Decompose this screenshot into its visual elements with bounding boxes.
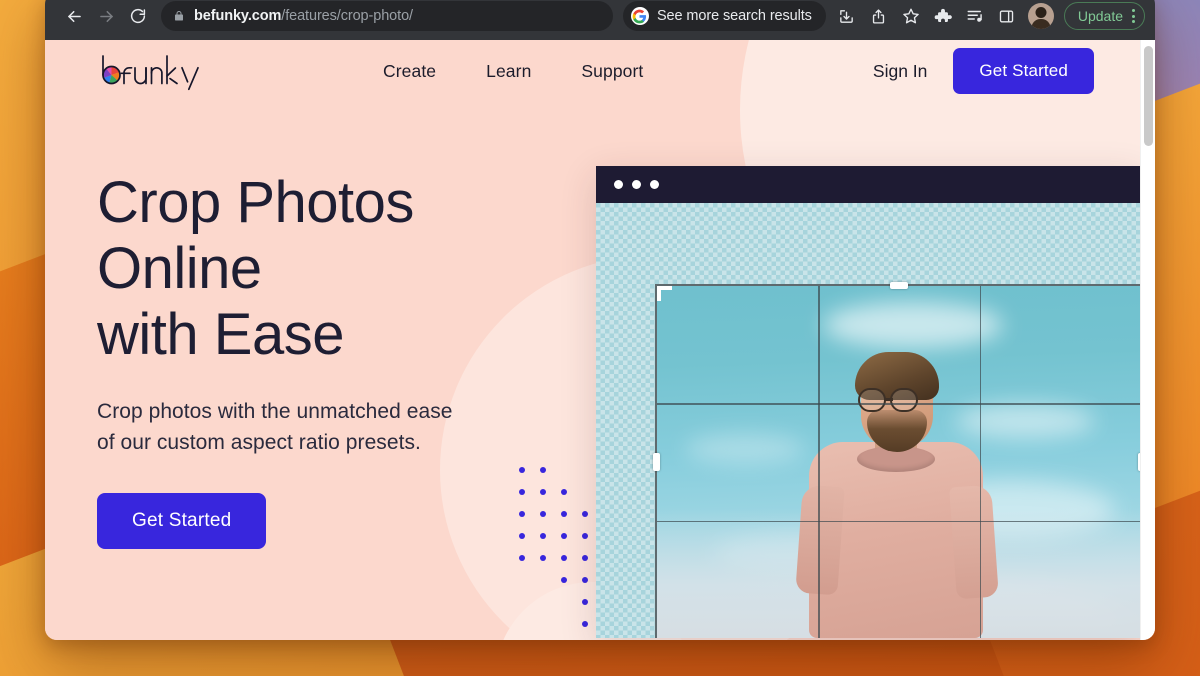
editor-canvas[interactable] [596, 203, 1140, 638]
address-bar[interactable]: befunky.com/features/crop-photo/ [161, 1, 613, 31]
crop-handle-left-center[interactable] [653, 453, 660, 471]
kebab-menu-icon[interactable] [1129, 9, 1138, 23]
reload-icon[interactable] [123, 1, 153, 31]
extensions-puzzle-icon[interactable] [928, 1, 958, 31]
main-nav: Create Learn Support [383, 61, 643, 82]
share-icon[interactable] [864, 1, 894, 31]
crop-handle-top-left[interactable] [657, 286, 672, 301]
window-dot[interactable] [650, 180, 659, 189]
editor-titlebar [596, 166, 1140, 203]
desktop-wallpaper: befunky.com/features/crop-photo/ See mor… [0, 0, 1200, 676]
site-header: Create Learn Support Sign In Get Started [45, 40, 1140, 102]
photo-editor-mockup [596, 166, 1140, 638]
page-scrollbar[interactable] [1140, 40, 1155, 640]
media-playlist-icon[interactable] [960, 1, 990, 31]
window-dot[interactable] [614, 180, 623, 189]
download-icon[interactable] [832, 1, 862, 31]
hero-subtitle: Crop photos with the unmatched ease of o… [97, 400, 453, 455]
lock-icon [173, 9, 185, 23]
nav-link-support[interactable]: Support [581, 61, 643, 82]
url-path: /features/crop-photo/ [281, 8, 413, 24]
sign-in-link[interactable]: Sign In [873, 61, 927, 82]
page-title: Crop Photos Online with Ease [97, 170, 414, 368]
crop-gridline-vertical [818, 286, 820, 638]
search-chip-label: See more search results [656, 8, 812, 24]
crop-selection-box[interactable] [653, 282, 1140, 638]
window-dot[interactable] [632, 180, 641, 189]
crop-handle-top-center[interactable] [890, 282, 908, 289]
back-arrow-icon[interactable] [59, 1, 89, 31]
url-text: befunky.com/features/crop-photo/ [194, 8, 413, 24]
page-content: Create Learn Support Sign In Get Started… [45, 40, 1140, 640]
crop-handle-right-center[interactable] [1138, 453, 1140, 471]
hero-text-block: Crop Photos Online with Ease Crop photos… [97, 170, 453, 550]
search-results-chip[interactable]: See more search results [622, 1, 826, 31]
header-actions: Sign In Get Started [873, 48, 1140, 94]
update-label: Update [1077, 8, 1123, 24]
get-started-header-button[interactable]: Get Started [953, 48, 1094, 94]
url-domain: befunky.com [194, 8, 282, 24]
google-logo-icon [630, 7, 649, 25]
crop-gridline-horizontal [657, 520, 1140, 523]
get-started-hero-button[interactable]: Get Started [97, 493, 267, 550]
befunky-logo[interactable] [97, 50, 215, 92]
crop-gridline-horizontal [657, 403, 1140, 405]
forward-arrow-icon[interactable] [91, 1, 121, 31]
profile-avatar[interactable] [1027, 3, 1054, 29]
bookmark-star-icon[interactable] [896, 1, 926, 31]
side-panel-icon[interactable] [992, 1, 1022, 31]
browser-toolbar: befunky.com/features/crop-photo/ See mor… [45, 0, 1155, 40]
page-viewport: Create Learn Support Sign In Get Started… [45, 40, 1155, 640]
page-scrollbar-thumb[interactable] [1144, 46, 1153, 146]
nav-link-learn[interactable]: Learn [486, 61, 531, 82]
update-button[interactable]: Update [1063, 2, 1145, 30]
browser-window: befunky.com/features/crop-photo/ See mor… [45, 0, 1155, 640]
nav-link-create[interactable]: Create [383, 61, 436, 82]
crop-gridline-vertical [979, 286, 982, 638]
